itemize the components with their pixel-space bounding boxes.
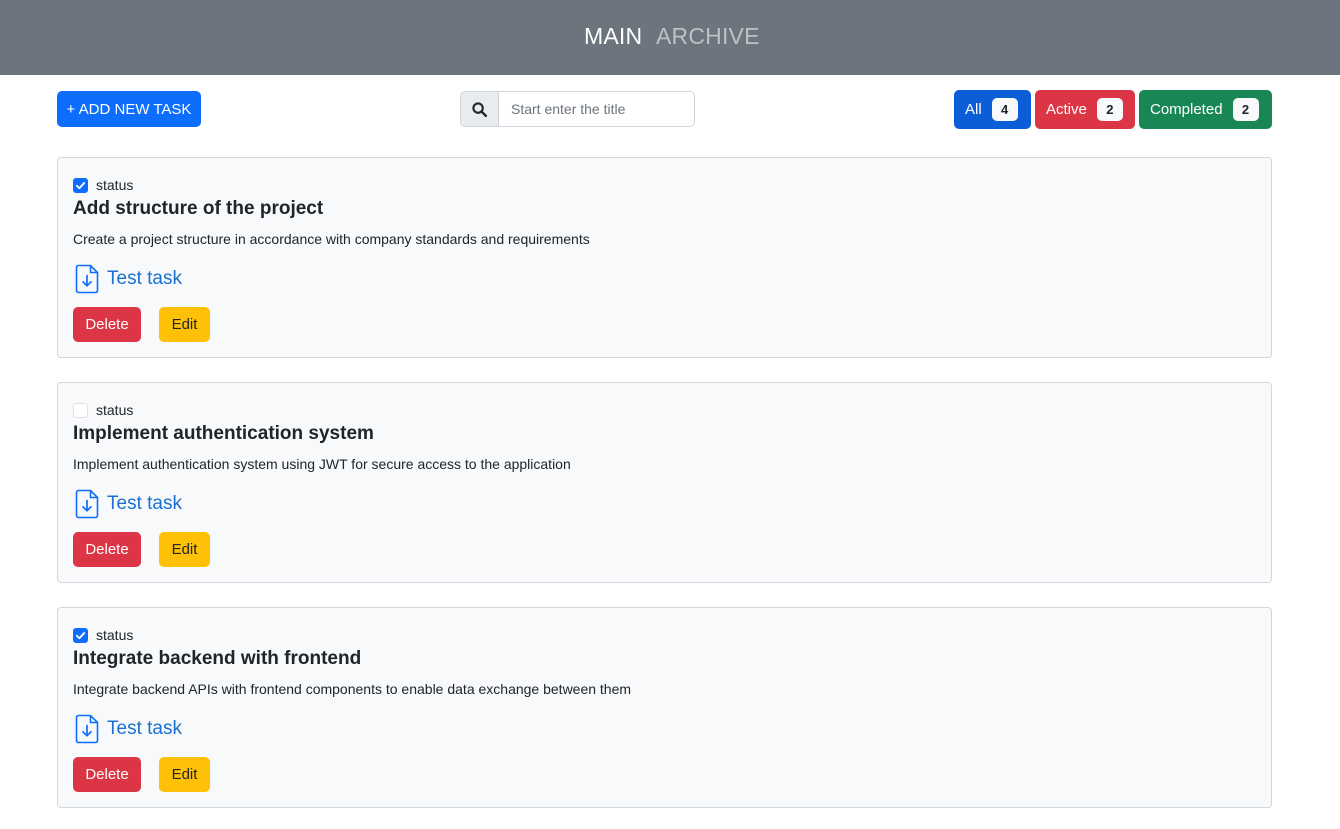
task-card: status Add structure of the project Crea… (57, 157, 1272, 358)
edit-button[interactable]: Edit (159, 757, 210, 792)
file-download-link[interactable]: Test task (75, 714, 182, 744)
edit-button[interactable]: Edit (159, 532, 210, 567)
file-download-link[interactable]: Test task (75, 489, 182, 519)
filter-all-count-badge: 4 (991, 98, 1018, 121)
file-download-icon (75, 714, 99, 744)
status-checkbox[interactable] (73, 177, 88, 193)
add-new-task-button[interactable]: + ADD NEW TASK (57, 91, 201, 127)
task-description: Implement authentication system using JW… (73, 456, 571, 472)
task-title: Implement authentication system (73, 423, 374, 444)
task-card: status Integrate backend with frontend I… (57, 607, 1272, 808)
task-description: Integrate backend APIs with frontend com… (73, 681, 632, 697)
file-download-icon (75, 489, 99, 519)
checkmark-icon (75, 181, 86, 189)
status-label: status (96, 177, 134, 193)
status-row: status (73, 627, 133, 643)
search-input[interactable] (500, 92, 694, 126)
filter-all-label: All (965, 101, 982, 118)
task-title: Integrate backend with frontend (73, 648, 362, 669)
status-label: status (96, 402, 134, 418)
filter-active-button[interactable]: Active 2 (1035, 90, 1135, 129)
status-checkbox[interactable] (73, 627, 88, 643)
task-description: Create a project structure in accordance… (73, 231, 590, 247)
filter-completed-button[interactable]: Completed 2 (1139, 90, 1272, 129)
filter-completed-label: Completed (1150, 101, 1223, 118)
status-row: status (73, 402, 133, 418)
edit-button[interactable]: Edit (159, 307, 210, 342)
file-download-link[interactable]: Test task (75, 264, 182, 294)
nav-archive-link[interactable]: ARCHIVE (656, 22, 760, 50)
file-link-label: Test task (107, 493, 182, 514)
checkmark-icon (75, 631, 86, 639)
file-download-icon (75, 264, 99, 294)
nav-main-link[interactable]: MAIN (584, 22, 642, 50)
task-card: status Implement authentication system I… (57, 382, 1272, 583)
delete-button[interactable]: Delete (73, 307, 141, 342)
status-checkbox[interactable] (73, 402, 88, 418)
filter-completed-count-badge: 2 (1232, 98, 1259, 121)
file-link-label: Test task (107, 268, 182, 289)
delete-button[interactable]: Delete (73, 757, 141, 792)
filter-active-count-badge: 2 (1096, 98, 1123, 121)
filter-all-button[interactable]: All 4 (954, 90, 1031, 129)
file-link-label: Test task (107, 718, 182, 739)
search-group (460, 91, 695, 127)
search-icon (461, 92, 499, 126)
status-label: status (96, 627, 134, 643)
filter-active-label: Active (1046, 101, 1087, 118)
top-navbar: MAIN ARCHIVE (0, 0, 1340, 75)
task-title: Add structure of the project (73, 198, 324, 219)
delete-button[interactable]: Delete (73, 532, 141, 567)
status-row: status (73, 177, 133, 193)
